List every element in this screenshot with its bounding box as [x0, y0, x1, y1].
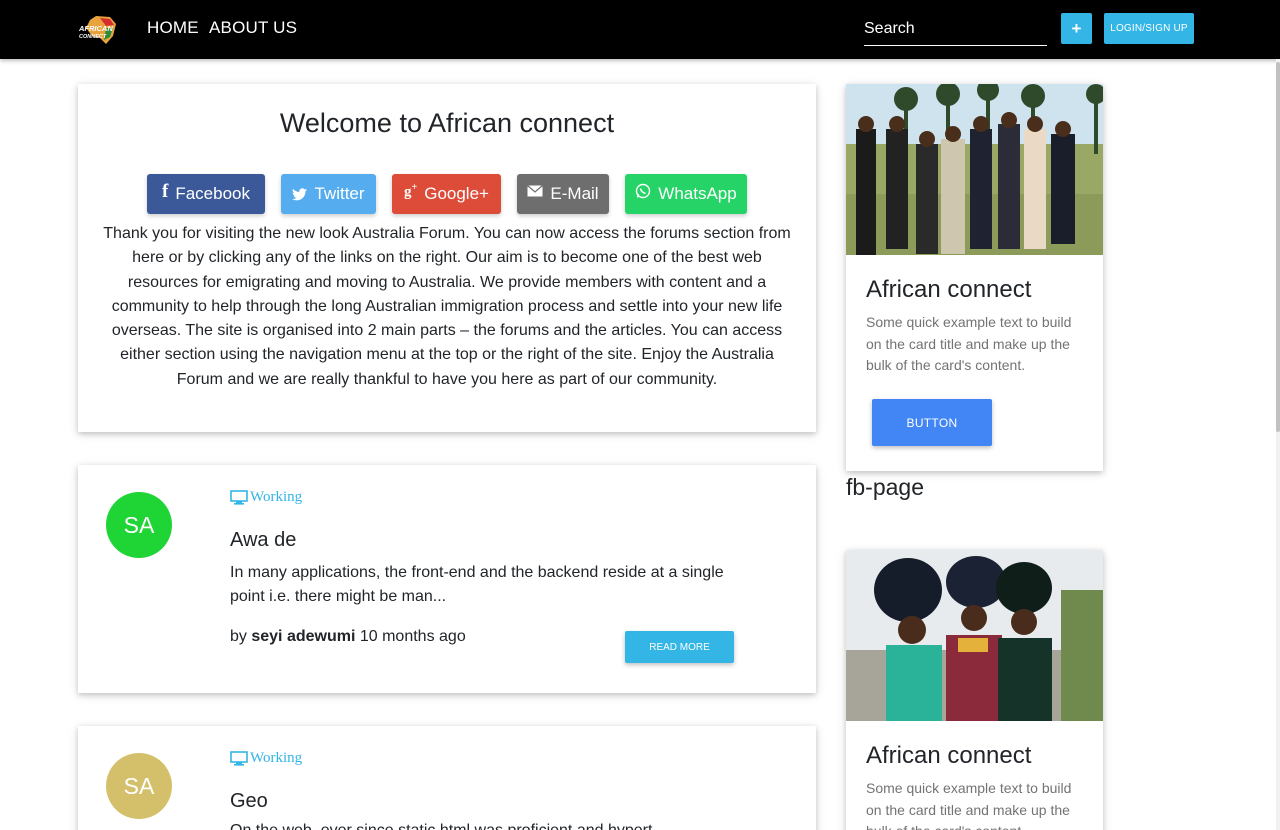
- welcome-body-text: Thank you for visiting the new look Aust…: [103, 225, 791, 388]
- sidebar-card-title: African connect: [866, 742, 1032, 769]
- login-signup-button[interactable]: LOGIN/SIGN UP: [1104, 13, 1194, 44]
- monitor-icon: [230, 489, 248, 505]
- google-plus-icon: g+: [404, 181, 418, 200]
- add-post-button[interactable]: +: [1061, 13, 1092, 44]
- sidebar-card-title: African connect: [866, 276, 1032, 303]
- whatsapp-icon: [636, 183, 651, 199]
- post-card: [78, 726, 816, 830]
- group-of-men-image: [846, 84, 1103, 255]
- nav-about-link[interactable]: ABOUT US: [209, 18, 297, 38]
- author-avatar[interactable]: SA: [106, 492, 172, 558]
- post-category-label: Working: [250, 750, 303, 766]
- share-google-plus-button[interactable]: g+ Google+: [392, 174, 501, 214]
- fb-page-widget: fb-page: [846, 474, 925, 500]
- share-twitter-label: Twitter: [314, 184, 365, 203]
- post-by-label: by: [230, 628, 247, 645]
- three-women-image: [846, 550, 1103, 721]
- post-time: 10 months ago: [359, 628, 466, 645]
- search-input[interactable]: [864, 12, 1047, 46]
- post-excerpt: In many applications, the front-end and …: [230, 564, 724, 606]
- post-title[interactable]: Awa de: [230, 529, 296, 552]
- share-whatsapp-label: WhatsApp: [658, 184, 737, 203]
- scrollbar-thumb[interactable]: [1276, 62, 1280, 432]
- sidebar-card-text: Some quick example text to build on the …: [866, 314, 1072, 374]
- logo-text-african: AFRICAN: [78, 24, 113, 33]
- monitor-icon: [230, 750, 248, 766]
- share-google-plus-label: Google+: [424, 184, 489, 203]
- share-facebook-label: Facebook: [175, 184, 250, 203]
- post-excerpt: On the web, ever since static html was p…: [230, 822, 750, 830]
- post-category-label: Working: [250, 489, 303, 505]
- share-whatsapp-button[interactable]: WhatsApp: [625, 174, 747, 214]
- share-email-button[interactable]: E-Mail: [517, 174, 609, 214]
- post-category-link[interactable]: Working: [230, 489, 302, 506]
- twitter-icon: [292, 187, 308, 200]
- african-connect-logo[interactable]: AFRICAN CONNECT: [76, 14, 124, 46]
- read-more-button[interactable]: READ MORE: [625, 631, 734, 663]
- logo-text-connect: CONNECT: [79, 34, 107, 40]
- plus-icon: +: [1071, 18, 1082, 38]
- post-title[interactable]: Geo: [230, 790, 268, 813]
- nav-home-link[interactable]: HOME: [147, 18, 199, 38]
- post-author[interactable]: seyi adewumi: [251, 628, 355, 645]
- post-meta: by seyi adewumi 10 months ago: [230, 628, 466, 646]
- share-twitter-button[interactable]: Twitter: [281, 174, 376, 214]
- welcome-title: Welcome to African connect: [279, 108, 615, 138]
- post-category-link[interactable]: Working: [230, 750, 302, 767]
- sidebar-card-text: Some quick example text to build on the …: [866, 780, 1072, 830]
- share-facebook-button[interactable]: f Facebook: [147, 174, 265, 214]
- facebook-icon: f: [162, 180, 169, 202]
- author-avatar[interactable]: SA: [106, 753, 172, 819]
- sidebar-card-button[interactable]: BUTTON: [872, 399, 992, 446]
- share-email-label: E-Mail: [550, 184, 599, 203]
- email-icon: [527, 185, 544, 197]
- top-navbar: AFRICAN CONNECT HOME ABOUT US + LOGIN/SI…: [0, 0, 1280, 59]
